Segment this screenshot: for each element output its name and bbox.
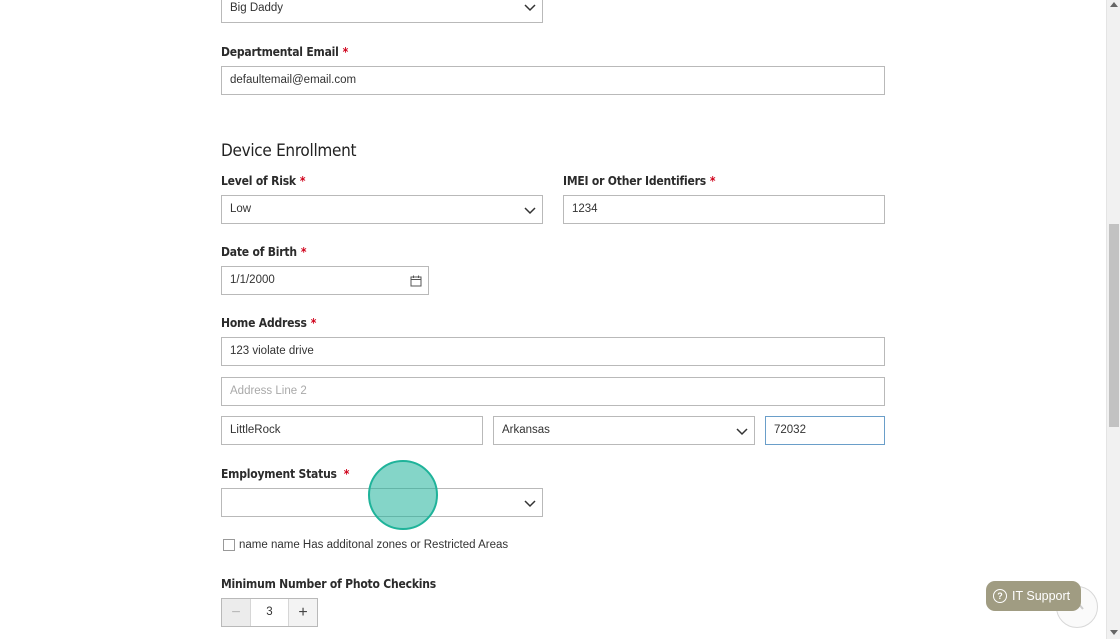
chevron-down-icon xyxy=(524,4,536,12)
it-support-button[interactable]: ? IT Support xyxy=(986,581,1081,611)
employment-status-label: Employment Status * xyxy=(221,467,350,481)
date-of-birth-field[interactable]: 1/1/2000 xyxy=(221,266,429,295)
home-address-label: Home Address * xyxy=(221,316,317,330)
restricted-areas-checkbox[interactable] xyxy=(223,539,235,551)
chevron-down-icon xyxy=(524,500,536,508)
cursor-highlight xyxy=(368,460,438,530)
state-select[interactable]: Arkansas xyxy=(493,416,755,445)
scroll-down-arrow-icon[interactable] xyxy=(1110,630,1118,636)
chevron-down-icon xyxy=(736,428,748,436)
section-title: Device Enrollment xyxy=(221,141,357,161)
it-support-label: IT Support xyxy=(1012,589,1071,603)
calendar-icon[interactable] xyxy=(410,275,422,287)
scrollbar-thumb[interactable] xyxy=(1109,224,1119,427)
address-line1-field[interactable]: 123 violate drive xyxy=(221,337,885,366)
level-of-risk-label: Level of Risk * xyxy=(221,174,306,188)
departmental-email-label: Departmental Email * xyxy=(221,45,349,59)
top-select-value: Big Daddy xyxy=(230,2,284,14)
zip-field[interactable]: 72032 xyxy=(765,416,885,445)
top-select[interactable]: Big Daddy xyxy=(221,0,543,23)
address-line2-field[interactable]: Address Line 2 xyxy=(221,377,885,406)
increment-button[interactable]: + xyxy=(288,599,317,626)
photo-checkins-stepper[interactable]: − 3 + xyxy=(221,598,318,627)
imei-label: IMEI or Other Identifiers * xyxy=(563,174,716,188)
city-field[interactable]: LittleRock xyxy=(221,416,483,445)
departmental-email-field[interactable]: defaultemail@email.com xyxy=(221,66,885,95)
vertical-scrollbar[interactable] xyxy=(1106,0,1120,639)
level-of-risk-select[interactable]: Low xyxy=(221,195,543,224)
decrement-button[interactable]: − xyxy=(222,599,251,626)
scroll-up-arrow-icon[interactable] xyxy=(1110,1,1118,7)
date-of-birth-label: Date of Birth * xyxy=(221,245,307,259)
chevron-down-icon xyxy=(524,207,536,215)
imei-field[interactable]: 1234 xyxy=(563,195,885,224)
restricted-areas-label: name name Has additonal zones or Restric… xyxy=(239,539,509,551)
photo-checkins-value[interactable]: 3 xyxy=(251,599,288,626)
question-circle-icon: ? xyxy=(993,589,1007,603)
photo-checkins-label: Minimum Number of Photo Checkins xyxy=(221,577,437,591)
